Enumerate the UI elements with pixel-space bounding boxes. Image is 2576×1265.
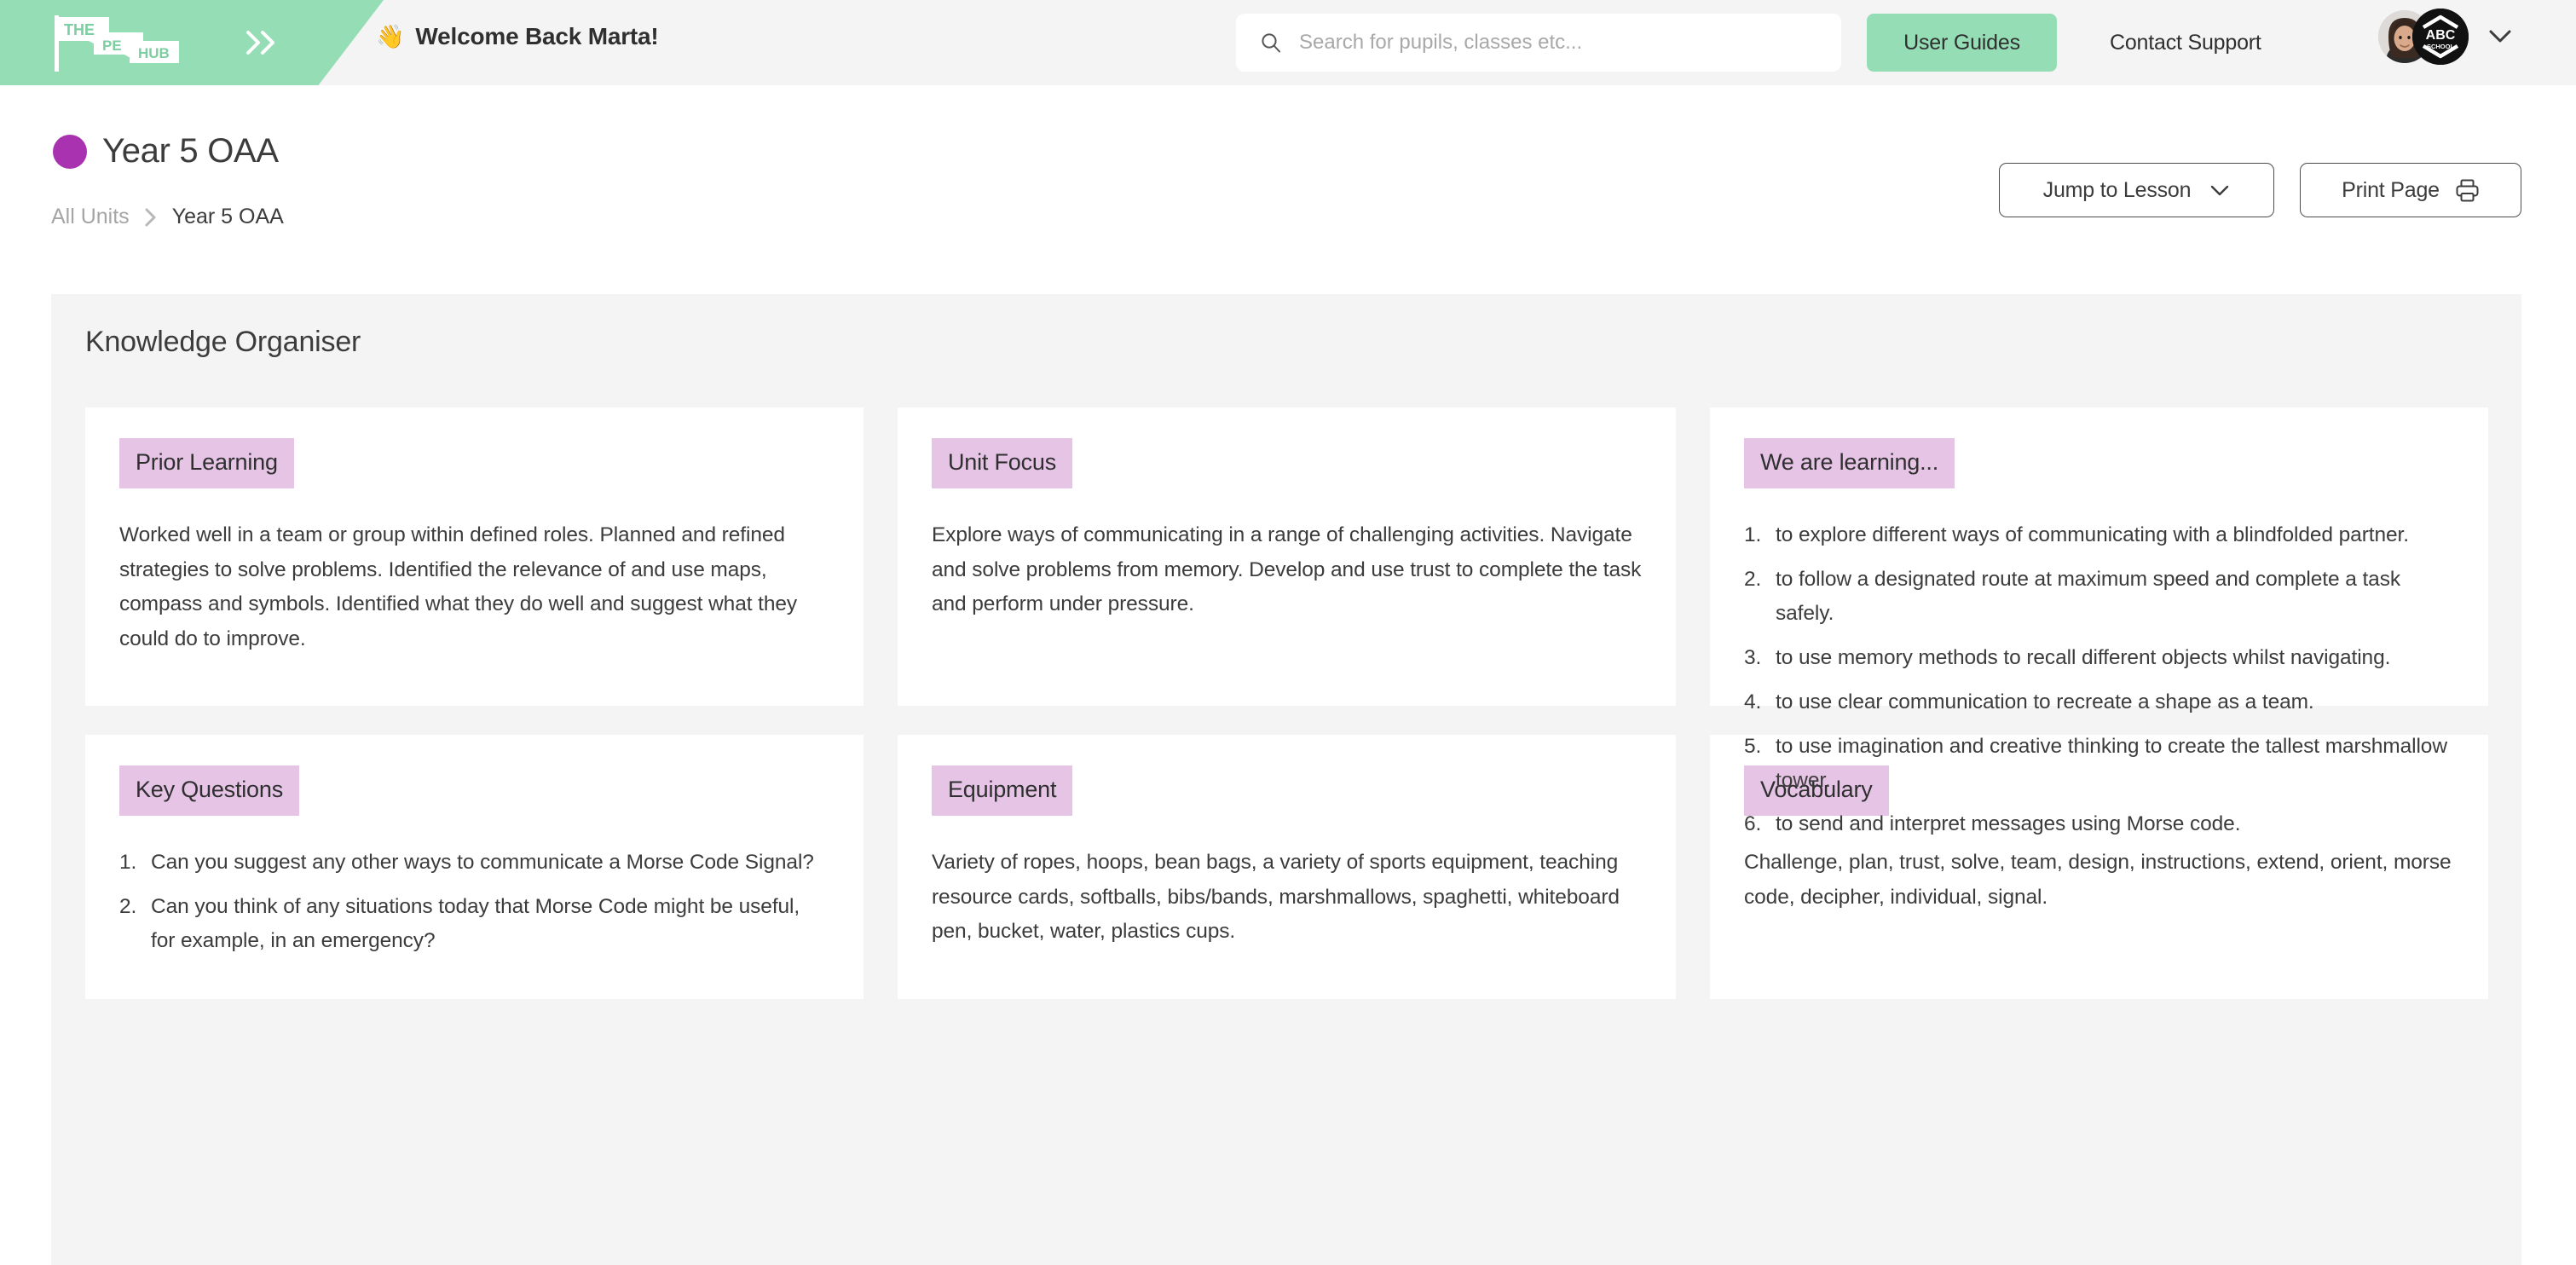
waving-hand-icon: 👋	[376, 23, 405, 49]
profile-chevron-down-icon[interactable]	[2487, 27, 2513, 46]
page-title: Year 5 OAA	[102, 132, 279, 170]
breadcrumb-chevron-right-icon	[145, 208, 156, 226]
breadcrumb-current: Year 5 OAA	[171, 205, 284, 228]
top-navigation-bar: THE PE HUB 👋 Welcome Back Marta! User Gu…	[0, 0, 2576, 85]
card-badge: Key Questions	[119, 765, 299, 816]
card-we-are-learning: We are learning... to explore different …	[1710, 407, 2488, 841]
jump-to-lesson-label: Jump to Lesson	[2042, 177, 2192, 202]
contact-support-link[interactable]: Contact Support	[2110, 31, 2261, 55]
chevron-double-right-icon[interactable]	[243, 27, 280, 58]
welcome-text: Welcome Back Marta!	[415, 23, 659, 49]
card-unit-focus: Unit Focus Explore ways of communicating…	[898, 407, 1676, 706]
print-page-label: Print Page	[2342, 177, 2440, 202]
page-title-row: Year 5 OAA	[53, 132, 279, 170]
card-badge: We are learning...	[1744, 438, 1955, 488]
card-body: Worked well in a team or group within de…	[119, 523, 798, 650]
svg-text:SCHOOL: SCHOOL	[2427, 43, 2455, 50]
knowledge-organiser-card-grid: Prior Learning Worked well in a team or …	[85, 407, 2488, 999]
list-item: to follow a designated route at maximum …	[1744, 563, 2400, 625]
print-page-button[interactable]: Print Page	[2300, 163, 2521, 217]
list-item: to explore different ways of communicati…	[1744, 518, 2409, 552]
card-equipment: Equipment Variety of ropes, hoops, bean …	[898, 735, 1676, 999]
card-body: Explore ways of communicating in a range…	[932, 523, 1642, 616]
unit-color-dot-icon	[53, 134, 87, 169]
school-badge[interactable]: ABC SCHOOL	[2412, 9, 2469, 65]
key-questions-list: Can you suggest any other ways to commun…	[119, 846, 829, 958]
we-are-learning-list: to explore different ways of communicati…	[1744, 518, 2454, 841]
pe-hub-logo-icon: THE PE HUB	[55, 15, 179, 72]
knowledge-organiser-panel: Knowledge Organiser Prior Learning Worke…	[51, 294, 2521, 1265]
list-item: to use clear communication to recreate a…	[1744, 685, 2314, 719]
svg-text:ABC: ABC	[2426, 28, 2456, 43]
welcome-message: 👋 Welcome Back Marta!	[376, 23, 659, 50]
search-input[interactable]	[1299, 31, 1811, 55]
user-guides-button[interactable]: User Guides	[1867, 14, 2057, 72]
card-body: Challenge, plan, trust, solve, team, des…	[1744, 851, 2452, 909]
breadcrumb: All Units Year 5 OAA	[51, 205, 284, 229]
topbar-divider	[0, 85, 2576, 89]
search-icon	[1262, 33, 1280, 53]
svg-text:PE: PE	[102, 38, 122, 54]
card-key-questions: Key Questions Can you suggest any other …	[85, 735, 863, 999]
jump-to-lesson-button[interactable]: Jump to Lesson	[1999, 163, 2274, 217]
logo-panel[interactable]: THE PE HUB	[0, 0, 384, 85]
list-item: Can you think of any situations today th…	[119, 890, 800, 952]
card-badge: Prior Learning	[119, 438, 294, 488]
list-item: to use memory methods to recall differen…	[1744, 641, 2391, 675]
card-prior-learning: Prior Learning Worked well in a team or …	[85, 407, 863, 706]
card-body: Variety of ropes, hoops, bean bags, a va…	[932, 851, 1620, 944]
list-item: to use imagination and creative thinking…	[1744, 730, 2447, 792]
card-badge: Unit Focus	[932, 438, 1073, 488]
search-bar[interactable]	[1236, 14, 1841, 72]
breadcrumb-all-units-link[interactable]: All Units	[51, 205, 130, 229]
list-item: Can you suggest any other ways to commun…	[119, 846, 814, 880]
chevron-down-icon	[2211, 185, 2229, 196]
printer-icon	[2456, 179, 2479, 201]
knowledge-organiser-heading: Knowledge Organiser	[85, 326, 361, 358]
svg-text:THE: THE	[64, 21, 95, 38]
list-item: to send and interpret messages using Mor…	[1744, 807, 2241, 841]
abc-school-badge-icon: ABC SCHOOL	[2412, 9, 2469, 65]
svg-text:HUB: HUB	[138, 45, 170, 61]
card-badge: Equipment	[932, 765, 1073, 816]
